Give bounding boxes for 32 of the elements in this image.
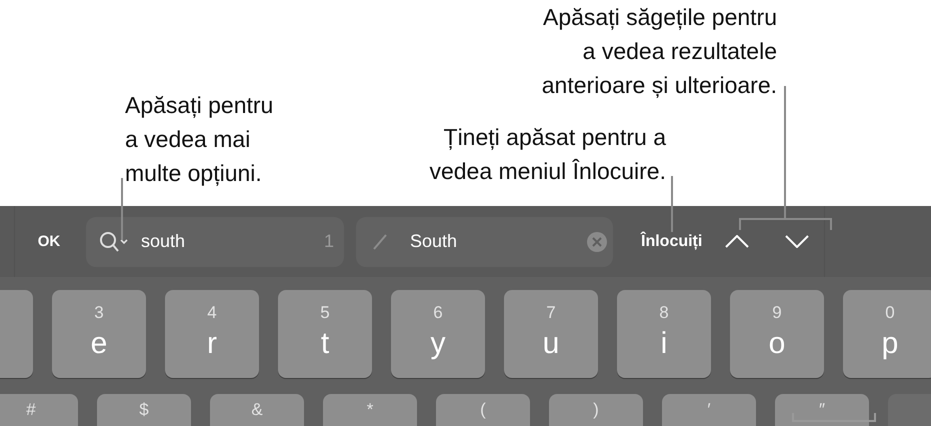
replace-button[interactable]: Înlocuiți <box>641 226 702 256</box>
chevron-down-icon <box>785 235 810 248</box>
replace-field[interactable]: South <box>356 216 613 266</box>
letter-key[interactable]: 8 i <box>617 290 711 378</box>
search-field[interactable]: south 1 <box>86 216 344 266</box>
leader-line <box>671 176 673 232</box>
symbol-key[interactable]: ) <box>549 394 643 426</box>
match-count: 1 <box>324 231 334 252</box>
symbol-key[interactable]: ( <box>436 394 530 426</box>
letter-key[interactable]: 3 e <box>52 290 146 378</box>
letter-key[interactable]: 6 y <box>391 290 485 378</box>
letter-key[interactable]: 0 p <box>843 290 931 378</box>
replace-text: South <box>410 231 458 252</box>
letter-key[interactable]: 9 o <box>730 290 824 378</box>
symbol-key[interactable]: # <box>0 394 78 426</box>
symbol-key[interactable]: * <box>323 394 417 426</box>
letter-key[interactable]: 7 u <box>504 290 598 378</box>
callout-text: Apăsați săgețile pentru a vedea rezultatele anterioare și ulterioare. <box>542 3 777 100</box>
symbol-key[interactable]: ″ <box>775 394 869 426</box>
chevron-up-icon <box>725 235 750 248</box>
search-options-icon[interactable] <box>99 230 129 252</box>
callout-text: Apăsați pentru a vedea mai multe opțiuni. <box>125 91 274 188</box>
callout-text: Țineți apăsat pentru a vedea meniul Înlocuire. <box>429 123 666 186</box>
leader-line <box>121 178 123 240</box>
search-text: south <box>141 231 186 252</box>
symbol-key[interactable]: ′ <box>662 394 756 426</box>
letter-key[interactable]: 4 r <box>165 290 259 378</box>
symbol-key[interactable]: & <box>210 394 304 426</box>
done-button[interactable]: OK <box>35 226 63 256</box>
symbol-key[interactable]: $ <box>97 394 191 426</box>
pencil-icon <box>373 234 387 250</box>
letter-key[interactable]: 5 t <box>278 290 372 378</box>
